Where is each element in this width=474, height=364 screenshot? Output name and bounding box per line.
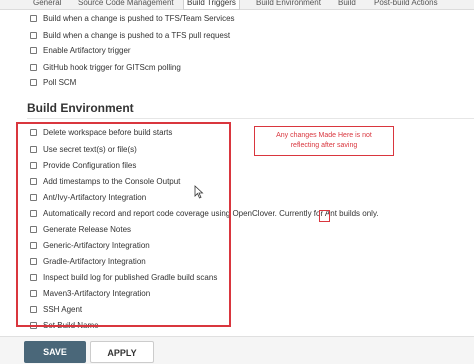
annotation-note-line1: Any changes Made Here is not — [276, 132, 372, 139]
tab-build-environment[interactable]: Build Environment — [256, 0, 321, 9]
annotation-note: Any changes Made Here is not reflecting … — [254, 126, 394, 156]
trigger-option-label: Enable Artifactory trigger — [43, 46, 131, 55]
tab-build-triggers[interactable]: Build Triggers — [183, 0, 240, 10]
trigger-option-label: Build when a change is pushed to a TFS p… — [43, 31, 231, 40]
checkbox[interactable] — [30, 47, 37, 54]
tab-general[interactable]: General — [33, 0, 61, 9]
annotation-small-box — [319, 210, 330, 222]
mouse-cursor-icon — [194, 185, 204, 199]
tab-source-code-management[interactable]: Source Code Management — [78, 0, 174, 9]
checkbox[interactable] — [30, 32, 37, 39]
checkbox[interactable] — [30, 79, 37, 86]
annotation-highlight-box — [16, 122, 231, 327]
section-title-build-environment: Build Environment — [27, 101, 134, 115]
tab-bar: General Source Code Management Build Tri… — [0, 0, 474, 10]
trigger-option-label: GitHub hook trigger for GITScm polling — [43, 63, 181, 72]
save-button[interactable]: SAVE — [24, 341, 86, 363]
trigger-option-label: Poll SCM — [43, 78, 77, 87]
trigger-option-label: Build when a change is pushed to TFS/Tea… — [43, 14, 235, 23]
apply-button[interactable]: APPLY — [90, 341, 154, 363]
checkbox[interactable] — [30, 15, 37, 22]
tab-build[interactable]: Build — [338, 0, 356, 9]
divider — [27, 118, 474, 119]
annotation-note-line2: reflecting after saving — [290, 142, 358, 149]
checkbox[interactable] — [30, 64, 37, 71]
tab-post-build-actions[interactable]: Post-build Actions — [374, 0, 438, 9]
